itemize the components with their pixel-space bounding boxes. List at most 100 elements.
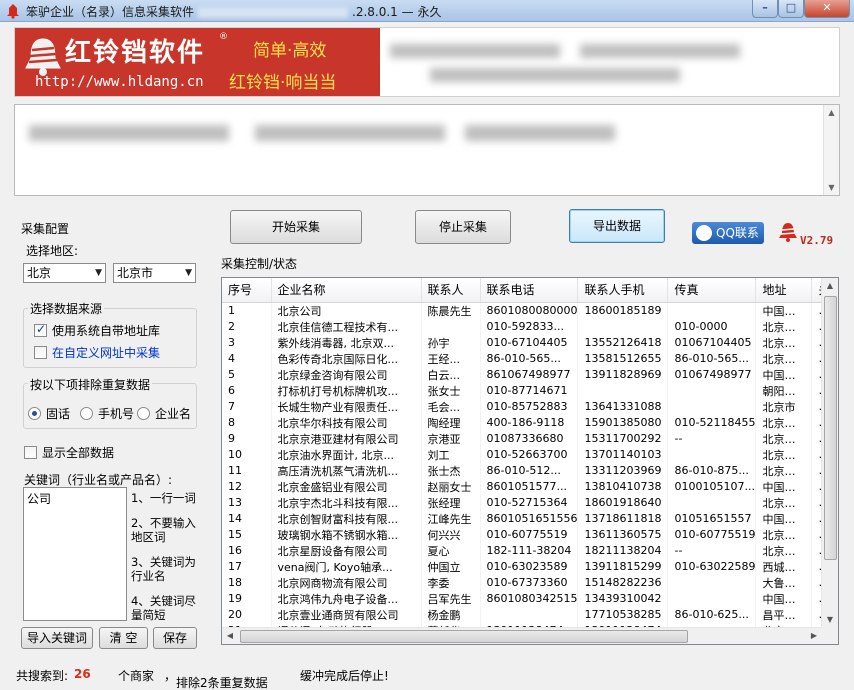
table-row[interactable]: 11 高压清洗机蒸气清洗机... 张士杰 86-010-512... 133112039… — [222, 462, 833, 479]
table-cell: 北京… — [755, 446, 813, 463]
column-header[interactable]: 企业名称 — [271, 278, 422, 303]
table-cell: 北京壹业通商贸有限公司 — [271, 606, 422, 623]
minimize-button[interactable]: – — [752, 0, 778, 18]
brand-logo[interactable]: 红铃铛软件 ® http://www.hldang.cn 简单·高效 红铃铛·响… — [15, 28, 380, 96]
table-cell — [577, 382, 669, 399]
table-row[interactable]: 14 北京创智财富科技有限... 江峰先生 8601051651556 13718611… — [222, 510, 833, 527]
checkbox-unchecked-icon[interactable] — [34, 346, 47, 359]
stop-collect-button[interactable]: 停止采集 — [415, 210, 511, 244]
table-row[interactable]: 13 北京宇杰北斗科技有限... 张经理 010-52715364 1860191864… — [222, 494, 833, 511]
table-row[interactable]: 10 北京油水界面计, 北京... 刘工 010-52663700 1370114010… — [222, 446, 833, 463]
table-row[interactable]: 20 北京壹业通商贸有限公司 杨金鹏 17710538285 86-010-625...… — [222, 606, 833, 623]
table-row[interactable]: 18 北京网商物流有限公司 李委 010-67373360 15148282236 大鲁…… — [222, 574, 833, 591]
dedupe-radio-company[interactable]: 企业名 — [137, 405, 191, 422]
column-header[interactable]: 地址 — [755, 278, 813, 303]
table-row[interactable]: 4 色彩传奇北京国际日化... 王经... 86-010-565... 13581512… — [222, 350, 833, 367]
scroll-right-icon[interactable]: ▶ — [806, 628, 822, 644]
keyword-textarea[interactable]: 公司 — [23, 487, 127, 621]
table-cell: 0100105107... — [667, 478, 757, 495]
scroll-down-icon[interactable]: ▼ — [822, 612, 838, 628]
dedupe-radio-mobile[interactable]: 手机号 — [80, 405, 134, 422]
table-row[interactable]: 16 北京星厨设备有限公司 夏心 182-111-38204 18211138204 --… — [222, 542, 833, 559]
grid-horizontal-scrollbar[interactable]: ◀ ▶ — [222, 627, 822, 644]
dedupe-status-text: 排除2条重复数据 — [176, 676, 268, 690]
table-cell: 张经理 — [421, 494, 481, 511]
column-header[interactable]: 联系人 — [421, 278, 481, 303]
scroll-down-icon[interactable]: ▼ — [824, 180, 839, 195]
table-cell: 86-010-565... — [480, 350, 579, 367]
table-cell: 昌平… — [755, 606, 813, 623]
radio-selected-icon[interactable] — [28, 407, 41, 420]
column-header[interactable]: 序号 — [222, 278, 272, 303]
radio-unselected-icon[interactable] — [137, 407, 150, 420]
close-button[interactable]: ✕ — [804, 0, 850, 18]
show-all-checkbox[interactable]: 显示全部数据 — [24, 444, 114, 461]
maximize-button[interactable]: □ — [778, 0, 804, 18]
use-custom-label: 在自定义网址中采集 — [52, 346, 161, 360]
checkbox-checked-icon[interactable] — [34, 322, 47, 337]
show-all-label: 显示全部数据 — [42, 446, 115, 460]
table-cell: 北京华尔科技有限公司 — [271, 414, 422, 431]
results-grid[interactable]: 序号企业名称联系人联系电话联系人手机传真地址关 1北京公司陈晨先生8601080… — [221, 277, 839, 645]
use-builtin-checkbox[interactable]: 使用系统自带地址库 — [34, 322, 160, 339]
horizontal-scroll-thumb[interactable] — [240, 630, 688, 643]
grid-vertical-scrollbar[interactable]: ▲ ▼ — [821, 278, 838, 628]
province-value: 北京 — [27, 266, 52, 280]
column-header[interactable]: 传真 — [667, 278, 757, 303]
table-row[interactable]: 12 北京金盛铝业有限公司 赵丽女士 8601051577... 13810410738… — [222, 478, 833, 495]
table-cell: 8601051577... — [480, 478, 579, 495]
save-keywords-button[interactable]: 保存 — [153, 627, 197, 649]
table-cell — [577, 318, 669, 335]
table-cell: 高压清洗机蒸气清洗机... — [271, 462, 422, 479]
registered-mark: ® — [219, 32, 228, 42]
scroll-up-icon[interactable]: ▲ — [822, 278, 838, 294]
checkbox-unchecked-icon[interactable] — [24, 446, 37, 459]
table-row[interactable]: 2北京佳信德工程技术有...010-592833...010-0000北京…… — [222, 318, 833, 335]
province-select[interactable]: 北京 ▼ — [23, 263, 106, 283]
table-row[interactable]: 19 北京鸿伟九舟电子设备... 吕军先生 8601080342515 13439310… — [222, 590, 833, 607]
table-cell: 北京京港亚建材有限公司 — [271, 430, 422, 447]
clear-keywords-button[interactable]: 清 空 — [99, 627, 148, 649]
table-row[interactable]: 3 紫外线消毒器, 北京双... 孙宇 010-67104405 13552126418… — [222, 334, 833, 351]
use-custom-checkbox[interactable]: 在自定义网址中采集 — [34, 344, 160, 361]
table-cell — [480, 606, 579, 623]
title-prefix: 笨驴企业（名录）信息采集软件 — [26, 5, 195, 19]
table-cell: 010-52663700 — [480, 446, 579, 463]
table-row[interactable]: 7 长城生物产业有限责任... 毛会... 010-85752883 136413310… — [222, 398, 833, 415]
qq-contact-button[interactable]: QQ联系 — [692, 222, 764, 244]
table-row[interactable]: 5 北京绿金咨询有限公司 白云... 861067498977 13911828969 0… — [222, 366, 833, 383]
start-collect-button[interactable]: 开始采集 — [230, 210, 362, 244]
table-cell: 北京鸿伟九舟电子设备... — [271, 590, 422, 607]
vertical-scroll-thumb[interactable] — [824, 296, 837, 560]
table-cell: 北京… — [755, 350, 813, 367]
table-cell: 北京… — [755, 494, 813, 511]
export-data-button[interactable]: 导出数据 — [569, 209, 665, 243]
column-header[interactable]: 联系电话 — [480, 278, 579, 303]
radio-unselected-icon[interactable] — [80, 407, 93, 420]
table-cell: 14 — [222, 510, 272, 527]
table-cell: 刘工 — [421, 446, 481, 463]
slogan-top: 简单·高效 — [253, 41, 327, 61]
table-cell: 大鲁… — [755, 574, 813, 591]
table-row[interactable]: 1北京公司陈晨先生860108008000018600185189中国…… — [222, 302, 833, 319]
table-cell: 13552126418 — [577, 334, 669, 351]
table-cell: 010-67373360 — [480, 574, 579, 591]
scroll-left-icon[interactable]: ◀ — [222, 628, 238, 644]
table-row[interactable]: 6打标机打号机标牌机攻...张女士010-87714671朝阳…… — [222, 382, 833, 399]
table-cell: 北京油水界面计, 北京... — [271, 446, 422, 463]
grid-title: 采集控制/状态 — [221, 257, 298, 271]
import-keywords-button[interactable]: 导入关键词 — [21, 627, 93, 649]
city-select[interactable]: 北京市 ▼ — [113, 263, 196, 283]
dedupe-option-label: 企业名 — [155, 407, 192, 421]
dedupe-radio-landline[interactable]: 固话 — [28, 405, 70, 422]
table-row[interactable]: 9 北京京港亚建材有限公司 京港亚 01087336680 15311700292 -- 北… — [222, 430, 833, 447]
column-header[interactable]: 联系人手机 — [577, 278, 669, 303]
table-cell — [667, 398, 757, 415]
table-cell: 17710538285 — [577, 606, 669, 623]
table-row[interactable]: 15 玻璃钢水箱不锈钢水箱... 何兴兴 010-60775519 1361136057… — [222, 526, 833, 543]
title-bar: 笨驴企业（名录）信息采集软件 .2.8.0.1 — 永久 – □ ✕ — [0, 0, 854, 22]
notice-scrollbar[interactable]: ▲ ▼ — [823, 105, 839, 195]
scroll-up-icon[interactable]: ▲ — [824, 105, 839, 120]
table-row[interactable]: 17 vena阀门, Koyo轴承... 仲国立 010-63023589 139118… — [222, 558, 833, 575]
table-row[interactable]: 8 北京华尔科技有限公司 陶经理 400-186-9118 15901385080 010… — [222, 414, 833, 431]
